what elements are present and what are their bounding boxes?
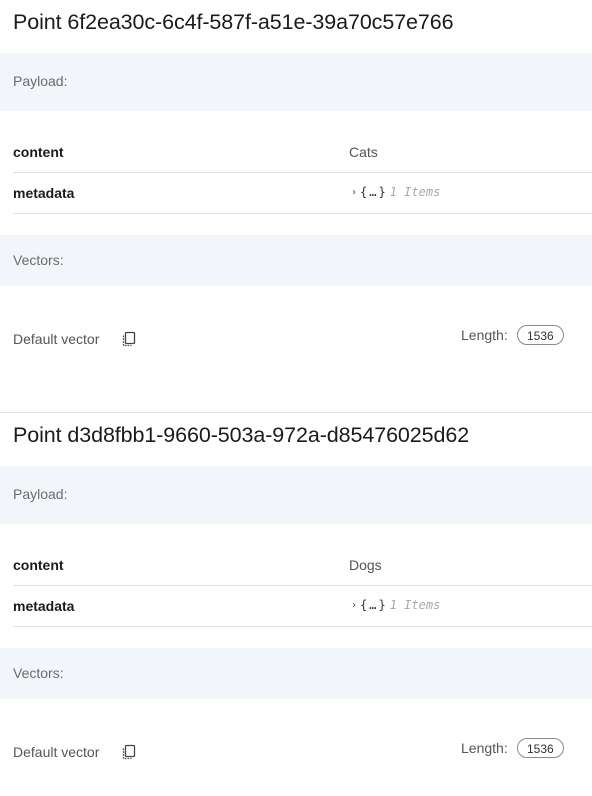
vector-name: Default vector [13, 744, 100, 760]
items-count: 1 Items [389, 598, 441, 612]
metadata-object-toggle[interactable]: ›{…} 1 Items [351, 598, 440, 612]
vectors-section-header: Vectors: [0, 648, 592, 699]
open-brace: { [360, 185, 368, 199]
payload-row-content: content Cats [13, 132, 592, 173]
payload-label: Payload: [13, 486, 68, 502]
vectors-section-header: Vectors: [0, 235, 592, 286]
length-label: Length: [461, 740, 508, 756]
chevron-right-icon[interactable]: › [351, 600, 357, 611]
point-title: Point d3d8fbb1-9660-503a-972a-d85476025d… [13, 423, 470, 447]
close-brace: } [378, 185, 386, 199]
vector-row: Default vector Length: 1536 [0, 718, 592, 788]
payload-section-header: Payload: [0, 53, 592, 111]
payload-key: content [13, 557, 64, 573]
payload-row-metadata: metadata ›{…} 1 Items [13, 586, 592, 627]
collapsed-ellipsis[interactable]: … [369, 598, 376, 612]
payload-value: Dogs [349, 557, 382, 573]
vectors-label: Vectors: [13, 252, 64, 268]
length-badge: 1536 [517, 738, 564, 758]
vector-row: Default vector Length: 1536 [0, 305, 592, 375]
copy-icon[interactable] [120, 743, 138, 761]
metadata-object-toggle[interactable]: ›{…} 1 Items [351, 185, 440, 199]
length-badge: 1536 [517, 325, 564, 345]
close-brace: } [378, 598, 386, 612]
items-count: 1 Items [389, 185, 441, 199]
vector-name: Default vector [13, 331, 100, 347]
vectors-label: Vectors: [13, 665, 64, 681]
point-card: Point 6f2ea30c-6c4f-587f-a51e-39a70c57e7… [0, 0, 592, 413]
payload-value: Cats [349, 144, 378, 160]
payload-key: metadata [13, 185, 75, 201]
copy-icon[interactable] [120, 330, 138, 348]
chevron-right-icon[interactable]: › [351, 187, 357, 198]
payload-row-metadata: metadata ›{…} 1 Items [13, 173, 592, 214]
payload-label: Payload: [13, 73, 68, 89]
payload-row-content: content Dogs [13, 545, 592, 586]
payload-key: content [13, 144, 64, 160]
open-brace: { [360, 598, 368, 612]
collapsed-ellipsis[interactable]: … [369, 185, 376, 199]
payload-key: metadata [13, 598, 75, 614]
length-label: Length: [461, 327, 508, 343]
point-card: Point d3d8fbb1-9660-503a-972a-d85476025d… [0, 413, 592, 796]
payload-section-header: Payload: [0, 466, 592, 524]
point-title: Point 6f2ea30c-6c4f-587f-a51e-39a70c57e7… [13, 10, 454, 34]
